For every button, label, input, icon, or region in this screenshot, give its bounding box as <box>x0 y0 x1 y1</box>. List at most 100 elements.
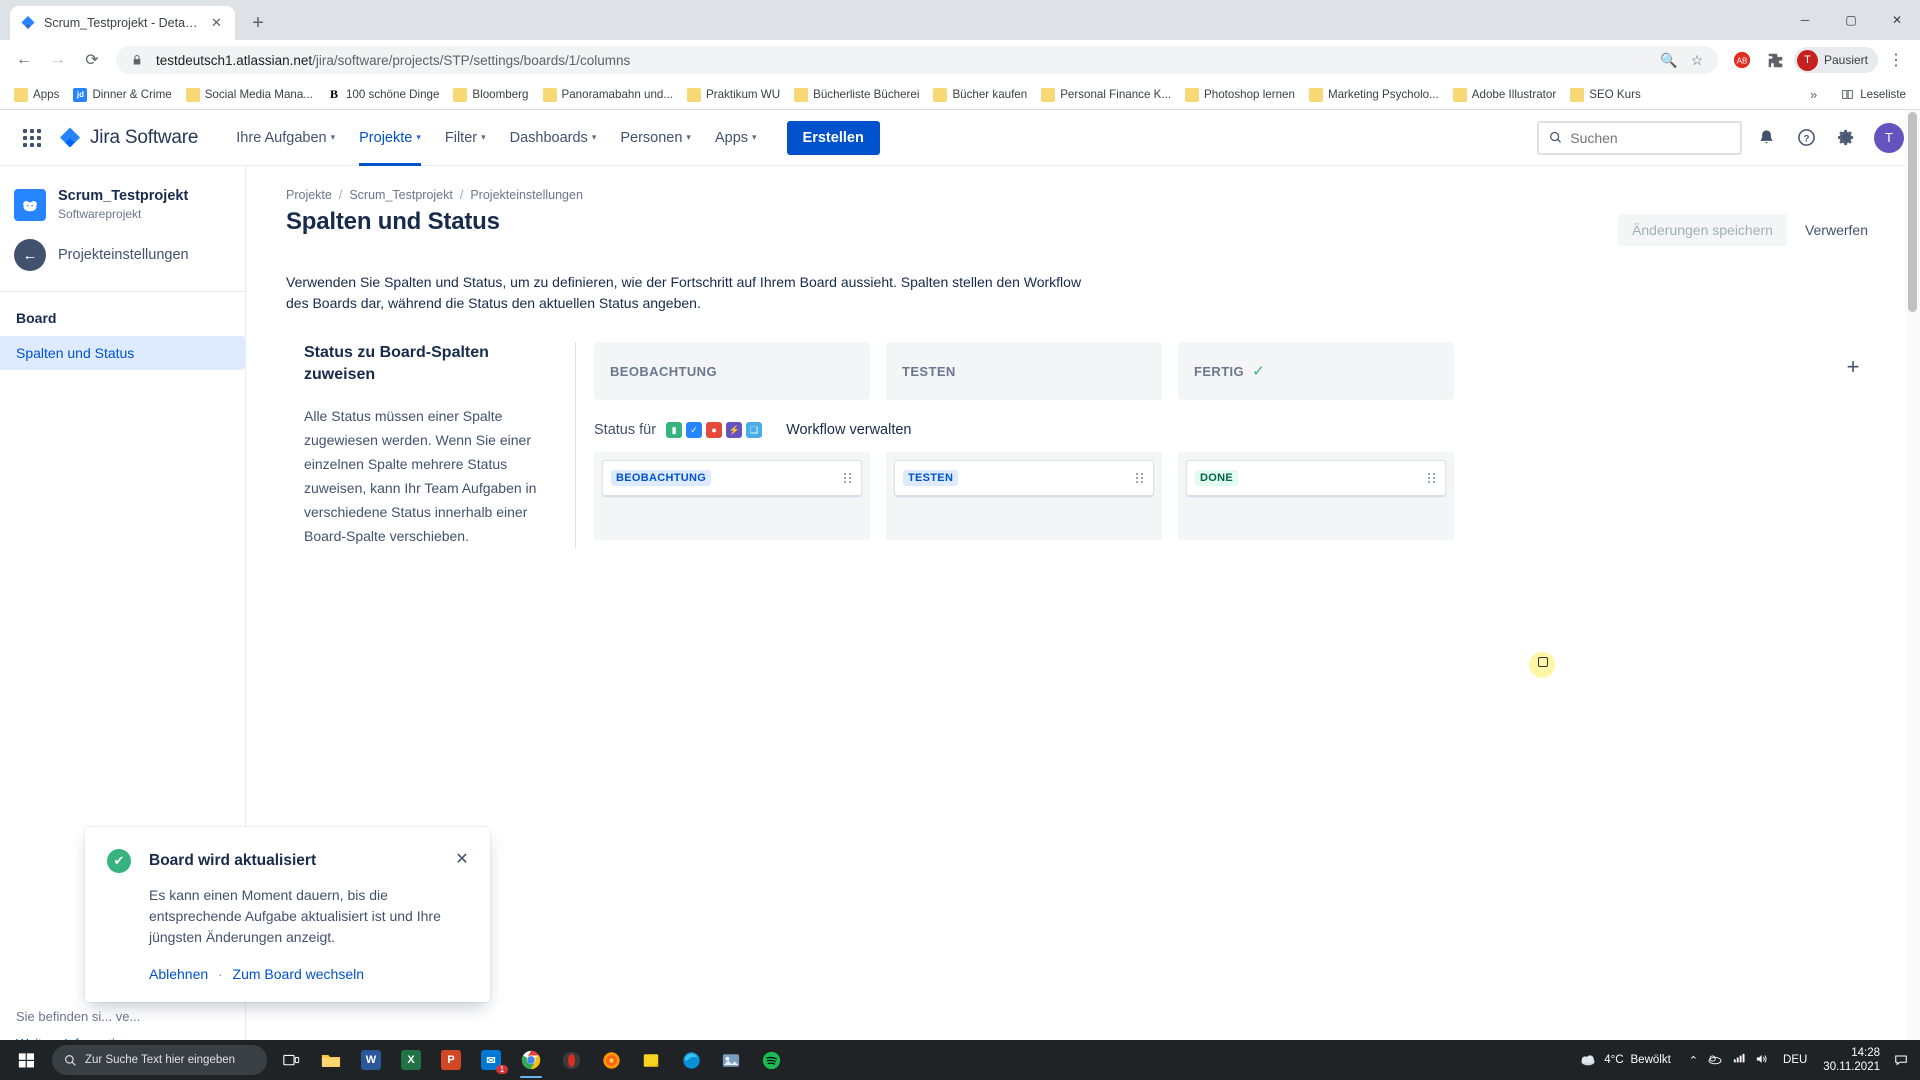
taskbar-app-opera-gx[interactable] <box>551 1040 591 1080</box>
toast-close-icon[interactable]: ✕ <box>450 847 474 871</box>
notification-icon[interactable] <box>1892 1053 1910 1067</box>
status-card[interactable]: DONE <box>1186 460 1446 496</box>
bookmark-item[interactable]: Bücherliste Bücherei <box>788 85 925 105</box>
clock[interactable]: 14:28 30.11.2021 <box>1815 1046 1888 1074</box>
drag-handle-icon[interactable] <box>844 473 851 483</box>
drag-handle-icon[interactable] <box>1428 473 1435 483</box>
bookmark-item[interactable]: Adobe Illustrator <box>1447 85 1562 105</box>
help-icon[interactable]: ? <box>1790 122 1822 154</box>
bookmarks-overflow-icon[interactable]: » <box>1804 87 1823 102</box>
add-column-button[interactable]: + <box>1836 350 1870 384</box>
reading-list-button[interactable]: Leseliste <box>1835 85 1912 104</box>
bookmark-star-icon[interactable]: ☆ <box>1688 51 1706 69</box>
nav-item-ihre-aufgaben[interactable]: Ihre Aufgaben ▾ <box>224 110 347 166</box>
bookmark-label: Adobe Illustrator <box>1471 88 1557 101</box>
volume-icon[interactable] <box>1755 1053 1769 1068</box>
jira-logo[interactable]: Jira Software <box>58 126 198 150</box>
user-avatar[interactable]: T <box>1874 122 1904 153</box>
chrome-menu-icon[interactable]: ⋮ <box>1880 44 1912 76</box>
search-zoom-icon[interactable]: 🔍 <box>1660 51 1678 69</box>
toast-switch-board-button[interactable]: Zum Board wechseln <box>233 966 365 982</box>
arrow-left-icon: ← <box>14 239 46 271</box>
taskbar-app-word[interactable]: W <box>351 1040 391 1080</box>
forward-button[interactable]: → <box>42 44 74 76</box>
breadcrumb-link[interactable]: Projekte <box>286 188 332 202</box>
save-changes-button[interactable]: Änderungen speichern <box>1618 214 1787 246</box>
close-window-button[interactable]: ✕ <box>1874 4 1920 36</box>
nav-item-filter[interactable]: Filter ▾ <box>433 110 498 166</box>
onedrive-icon[interactable] <box>1707 1053 1723 1068</box>
avatar: T <box>1796 49 1818 71</box>
toast-decline-button[interactable]: Ablehnen <box>149 966 208 982</box>
taskbar-app-mail[interactable]: ✉ 1 <box>471 1040 511 1080</box>
sidebar-item-spalten-und-status[interactable]: Spalten und Status <box>0 336 245 370</box>
manage-workflow-link[interactable]: Workflow verwalten <box>786 422 911 438</box>
windows-start-icon[interactable] <box>4 1040 48 1080</box>
show-desktop-button[interactable] <box>1914 1040 1920 1080</box>
taskbar-app-edge[interactable] <box>671 1040 711 1080</box>
vertical-scrollbar[interactable]: ▲ ▼ <box>1905 110 1920 1080</box>
column-header[interactable]: TESTEN <box>886 342 1162 400</box>
bookmark-item[interactable]: Marketing Psycholo... <box>1303 85 1445 105</box>
taskbar-app-powerpoint[interactable]: P <box>431 1040 471 1080</box>
status-card[interactable]: BEOBACHTUNG <box>602 460 862 496</box>
address-bar[interactable]: testdeutsch1.atlassian.net/jira/software… <box>116 46 1718 74</box>
back-to-project-settings[interactable]: ← Projekteinstellungen <box>0 229 245 281</box>
taskbar-app-file-explorer[interactable] <box>311 1040 351 1080</box>
nav-item-personen[interactable]: Personen ▾ <box>608 110 703 166</box>
bookmark-item[interactable]: SEO Kurs <box>1564 85 1647 105</box>
weather-widget[interactable]: 4°C Bewölkt <box>1571 1053 1679 1067</box>
create-button[interactable]: Erstellen <box>786 120 880 155</box>
bookmark-item[interactable]: Praktikum WU <box>681 85 786 105</box>
vscroll-thumb[interactable] <box>1908 112 1917 312</box>
bookmark-item[interactable]: Bloomberg <box>447 85 534 105</box>
search-box[interactable] <box>1537 120 1742 155</box>
bookmark-item[interactable]: Apps <box>8 85 65 105</box>
bookmark-item[interactable]: Panoramabahn und... <box>537 85 680 105</box>
taskbar-app-photos[interactable] <box>711 1040 751 1080</box>
taskbar-app-spotify[interactable] <box>751 1040 791 1080</box>
tab-close-icon[interactable]: ✕ <box>208 15 225 32</box>
nav-item-apps[interactable]: Apps ▾ <box>703 110 769 166</box>
taskbar-app-excel[interactable]: X <box>391 1040 431 1080</box>
bookmark-item[interactable]: B 100 schöne Dinge <box>321 85 445 105</box>
new-tab-button[interactable]: + <box>243 8 273 38</box>
taskbar-app-sticky-notes[interactable] <box>631 1040 671 1080</box>
app-switcher-icon[interactable] <box>16 122 48 154</box>
reload-button[interactable]: ⟳ <box>76 44 108 76</box>
tray-chevron-icon[interactable]: ⌃ <box>1689 1054 1698 1067</box>
project-header[interactable]: Scrum_Testprojekt Softwareprojekt <box>0 180 245 229</box>
extensions-puzzle-icon[interactable] <box>1760 44 1792 76</box>
bookmark-item[interactable]: Social Media Mana... <box>180 85 319 105</box>
column-header[interactable]: FERTIG ✓ <box>1178 342 1454 400</box>
search-input[interactable] <box>1570 129 1730 146</box>
bell-icon[interactable] <box>1750 122 1782 154</box>
bookmark-label: Bloomberg <box>472 88 529 101</box>
language-indicator[interactable]: DEU <box>1779 1054 1811 1066</box>
gear-icon[interactable] <box>1830 122 1862 154</box>
bookmark-item[interactable]: Photoshop lernen <box>1179 85 1301 105</box>
nav-item-projekte[interactable]: Projekte ▾ <box>347 110 433 166</box>
minimize-button[interactable]: ─ <box>1782 4 1828 36</box>
network-icon[interactable] <box>1732 1053 1746 1068</box>
maximize-button[interactable]: ▢ <box>1828 4 1874 36</box>
taskbar-search-box[interactable]: Zur Suche Text hier eingeben <box>52 1045 267 1075</box>
bookmark-label: SEO Kurs <box>1589 88 1641 101</box>
drag-handle-icon[interactable] <box>1136 473 1143 483</box>
taskbar-app-firefox[interactable] <box>591 1040 631 1080</box>
bookmark-item[interactable]: Personal Finance K... <box>1035 85 1177 105</box>
discard-button[interactable]: Verwerfen <box>1793 214 1880 246</box>
task-view-icon[interactable] <box>271 1040 311 1080</box>
back-button[interactable]: ← <box>8 44 40 76</box>
folder-icon <box>1041 87 1056 102</box>
adblock-icon[interactable]: AB <box>1726 44 1758 76</box>
column-header[interactable]: BEOBACHTUNG <box>594 342 870 400</box>
bookmark-item[interactable]: Bücher kaufen <box>927 85 1033 105</box>
nav-item-dashboards[interactable]: Dashboards ▾ <box>498 110 609 166</box>
taskbar-app-chrome[interactable] <box>511 1040 551 1080</box>
breadcrumb-link[interactable]: Scrum_Testprojekt <box>349 188 453 202</box>
status-card[interactable]: TESTEN <box>894 460 1154 496</box>
browser-tab[interactable]: Scrum_Testprojekt - Details - Jira ✕ <box>10 6 235 40</box>
profile-button[interactable]: T Pausiert <box>1793 47 1878 73</box>
bookmark-item[interactable]: jd Dinner & Crime <box>67 85 177 105</box>
